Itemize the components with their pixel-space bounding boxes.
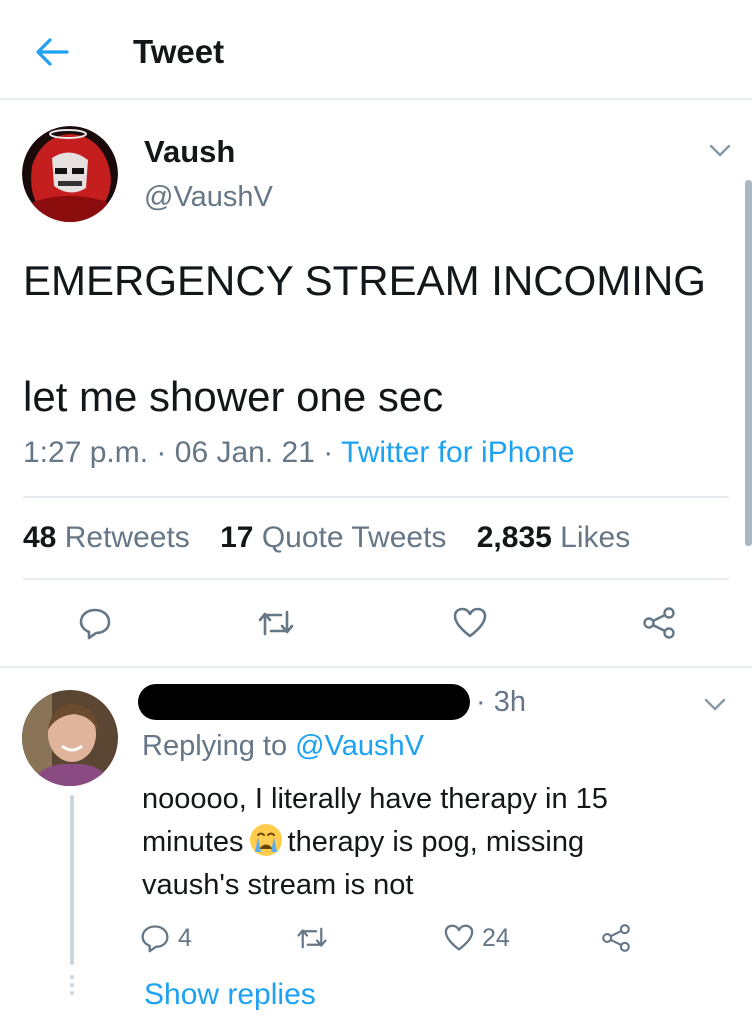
author-handle[interactable]: @VaushV [144, 181, 273, 214]
meta-separator: · [323, 436, 334, 469]
heart-icon [444, 924, 474, 951]
tweet-stats: 48 Retweets 17 Quote Tweets 2,835 Likes [23, 521, 652, 555]
reply-share-button[interactable] [596, 918, 636, 958]
reply-button[interactable] [72, 600, 118, 646]
reply-count: 4 [178, 923, 192, 952]
retweets-label: Retweets [64, 521, 190, 554]
divider [23, 578, 729, 580]
quote-tweets-stat[interactable]: 17 Quote Tweets [220, 521, 446, 554]
tweet-source-link[interactable]: Twitter for iPhone [341, 436, 574, 469]
reply-like-count: 24 [482, 923, 510, 952]
tweet-time: 1:27 p.m. [23, 436, 149, 469]
reply-author-avatar[interactable] [22, 690, 118, 786]
likes-label: Likes [560, 521, 631, 554]
quotes-count: 17 [220, 521, 254, 554]
show-replies-link[interactable]: Show replies [144, 978, 316, 1012]
chevron-down-icon [704, 698, 726, 711]
reply-icon [79, 608, 111, 640]
replying-prefix: Replying to [142, 730, 288, 762]
back-button[interactable] [30, 30, 74, 74]
retweet-icon [297, 927, 327, 949]
top-bar: Tweet [0, 0, 752, 100]
tweet-text: EMERGENCY STREAM INCOMING let me shower … [23, 257, 706, 420]
reply-like-button[interactable]: 24 [444, 918, 510, 958]
quotes-label: Quote Tweets [261, 521, 447, 554]
meta-separator: · [156, 436, 167, 469]
heart-icon [453, 607, 487, 638]
reply-icon [141, 925, 169, 953]
author-avatar[interactable] [22, 126, 118, 222]
share-icon [602, 924, 630, 952]
reply-menu-button[interactable] [700, 690, 730, 720]
redacted-name [138, 684, 470, 720]
share-icon [643, 607, 675, 639]
reply-retweet-button[interactable] [292, 918, 332, 958]
share-button[interactable] [636, 600, 682, 646]
replying-handle-link[interactable]: @VaushV [295, 730, 424, 762]
page-title: Tweet [133, 33, 225, 70]
likes-count: 2,835 [476, 521, 552, 554]
arrow-left-icon [36, 38, 69, 66]
retweets-count: 48 [23, 521, 57, 554]
retweets-stat[interactable]: 48 Retweets [23, 521, 190, 554]
crying-face-emoji-icon [249, 824, 282, 856]
reply-reply-button[interactable]: 4 [140, 918, 192, 958]
retweet-icon [258, 610, 294, 636]
replying-to: Replying to @VaushV [142, 730, 424, 763]
tweet-date: 06 Jan. 21 [174, 436, 315, 469]
tweet-meta: 1:27 p.m. · 06 Jan. 21 · Twitter for iPh… [23, 436, 574, 470]
thread-dots [70, 975, 74, 999]
like-button[interactable] [447, 600, 493, 646]
reply-time: · 3h [476, 686, 526, 718]
section-divider [0, 666, 752, 668]
tweet-menu-button[interactable] [705, 136, 735, 166]
retweet-button[interactable] [253, 600, 299, 646]
thread-line [70, 795, 74, 965]
likes-stat[interactable]: 2,835 Likes [477, 521, 630, 554]
divider [23, 496, 729, 498]
author-name[interactable]: Vaush [144, 134, 235, 170]
chevron-down-icon [709, 144, 731, 157]
scrollbar[interactable] [745, 180, 752, 546]
reply-text: nooooo, I literally have therapy in 15 m… [142, 778, 682, 907]
